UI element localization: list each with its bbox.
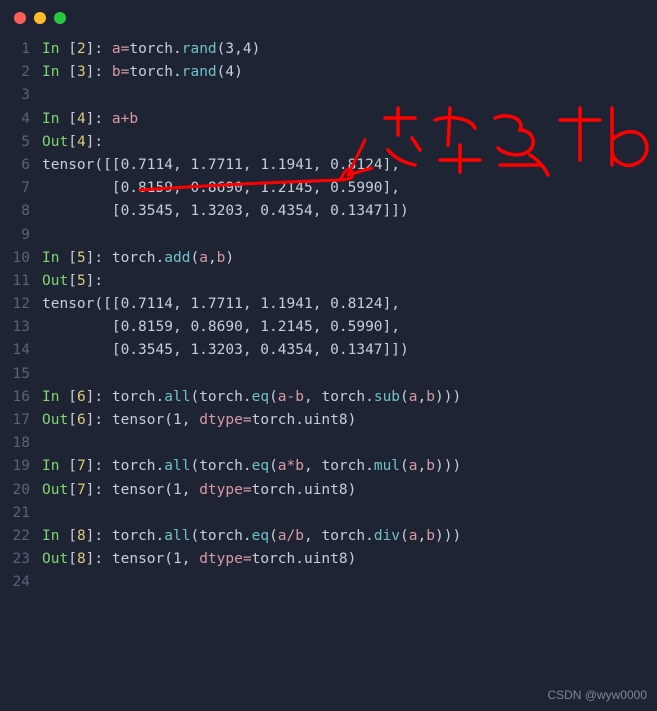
line-content: In [5]: torch.add(a,b) (42, 247, 657, 270)
line-content: [0.8159, 0.8690, 1.2145, 0.5990], (42, 316, 657, 339)
line-content (42, 84, 657, 107)
line-content: In [3]: b=torch.rand(4) (42, 61, 657, 84)
line-content: In [7]: torch.all(torch.eq(a*b, torch.mu… (42, 455, 657, 478)
code-line[interactable]: 7 [0.8159, 0.8690, 1.2145, 0.5990], (8, 177, 657, 200)
line-number: 2 (8, 61, 42, 84)
line-number: 21 (8, 502, 42, 525)
line-number: 18 (8, 432, 42, 455)
line-content: In [8]: torch.all(torch.eq(a/b, torch.di… (42, 525, 657, 548)
line-number: 23 (8, 548, 42, 571)
line-number: 11 (8, 270, 42, 293)
line-number: 7 (8, 177, 42, 200)
line-content: [0.3545, 1.3203, 0.4354, 0.1347]]) (42, 339, 657, 362)
line-number: 4 (8, 108, 42, 131)
code-editor[interactable]: 1In [2]: a=torch.rand(3,4)2In [3]: b=tor… (0, 32, 657, 595)
code-line[interactable]: 8 [0.3545, 1.3203, 0.4354, 0.1347]]) (8, 200, 657, 223)
code-line[interactable]: 15 (8, 363, 657, 386)
line-number: 5 (8, 131, 42, 154)
line-number: 3 (8, 84, 42, 107)
line-content: Out[6]: tensor(1, dtype=torch.uint8) (42, 409, 657, 432)
line-number: 24 (8, 571, 42, 594)
line-number: 14 (8, 339, 42, 362)
code-line[interactable]: 24 (8, 571, 657, 594)
line-content: Out[4]: (42, 131, 657, 154)
line-number: 19 (8, 455, 42, 478)
code-line[interactable]: 17Out[6]: tensor(1, dtype=torch.uint8) (8, 409, 657, 432)
minimize-icon[interactable] (34, 12, 46, 24)
code-line[interactable]: 16In [6]: torch.all(torch.eq(a-b, torch.… (8, 386, 657, 409)
line-number: 15 (8, 363, 42, 386)
code-line[interactable]: 2In [3]: b=torch.rand(4) (8, 61, 657, 84)
line-number: 12 (8, 293, 42, 316)
line-number: 13 (8, 316, 42, 339)
code-line[interactable]: 20Out[7]: tensor(1, dtype=torch.uint8) (8, 479, 657, 502)
code-line[interactable]: 12tensor([[0.7114, 1.7711, 1.1941, 0.812… (8, 293, 657, 316)
code-line[interactable]: 13 [0.8159, 0.8690, 1.2145, 0.5990], (8, 316, 657, 339)
line-content: In [6]: torch.all(torch.eq(a-b, torch.su… (42, 386, 657, 409)
line-number: 8 (8, 200, 42, 223)
code-line[interactable]: 21 (8, 502, 657, 525)
line-content: Out[5]: (42, 270, 657, 293)
code-line[interactable]: 10In [5]: torch.add(a,b) (8, 247, 657, 270)
line-content: tensor([[0.7114, 1.7711, 1.1941, 0.8124]… (42, 293, 657, 316)
code-line[interactable]: 1In [2]: a=torch.rand(3,4) (8, 38, 657, 61)
line-content (42, 224, 657, 247)
window-controls (0, 0, 657, 32)
code-line[interactable]: 6tensor([[0.7114, 1.7711, 1.1941, 0.8124… (8, 154, 657, 177)
line-content: tensor([[0.7114, 1.7711, 1.1941, 0.8124]… (42, 154, 657, 177)
line-content: Out[7]: tensor(1, dtype=torch.uint8) (42, 479, 657, 502)
code-line[interactable]: 22In [8]: torch.all(torch.eq(a/b, torch.… (8, 525, 657, 548)
line-number: 17 (8, 409, 42, 432)
line-content: In [4]: a+b (42, 108, 657, 131)
code-line[interactable]: 4In [4]: a+b (8, 108, 657, 131)
maximize-icon[interactable] (54, 12, 66, 24)
line-number: 22 (8, 525, 42, 548)
line-content: In [2]: a=torch.rand(3,4) (42, 38, 657, 61)
code-line[interactable]: 18 (8, 432, 657, 455)
code-line[interactable]: 11Out[5]: (8, 270, 657, 293)
code-line[interactable]: 9 (8, 224, 657, 247)
close-icon[interactable] (14, 12, 26, 24)
code-line[interactable]: 3 (8, 84, 657, 107)
line-number: 6 (8, 154, 42, 177)
line-content (42, 571, 657, 594)
line-number: 20 (8, 479, 42, 502)
line-content (42, 363, 657, 386)
code-line[interactable]: 14 [0.3545, 1.3203, 0.4354, 0.1347]]) (8, 339, 657, 362)
line-number: 10 (8, 247, 42, 270)
line-content: Out[8]: tensor(1, dtype=torch.uint8) (42, 548, 657, 571)
code-line[interactable]: 19In [7]: torch.all(torch.eq(a*b, torch.… (8, 455, 657, 478)
line-content: [0.3545, 1.3203, 0.4354, 0.1347]]) (42, 200, 657, 223)
line-number: 16 (8, 386, 42, 409)
watermark: CSDN @wyw0000 (547, 686, 647, 705)
code-line[interactable]: 5Out[4]: (8, 131, 657, 154)
code-line[interactable]: 23Out[8]: tensor(1, dtype=torch.uint8) (8, 548, 657, 571)
line-content: [0.8159, 0.8690, 1.2145, 0.5990], (42, 177, 657, 200)
line-content (42, 502, 657, 525)
line-number: 9 (8, 224, 42, 247)
line-number: 1 (8, 38, 42, 61)
line-content (42, 432, 657, 455)
